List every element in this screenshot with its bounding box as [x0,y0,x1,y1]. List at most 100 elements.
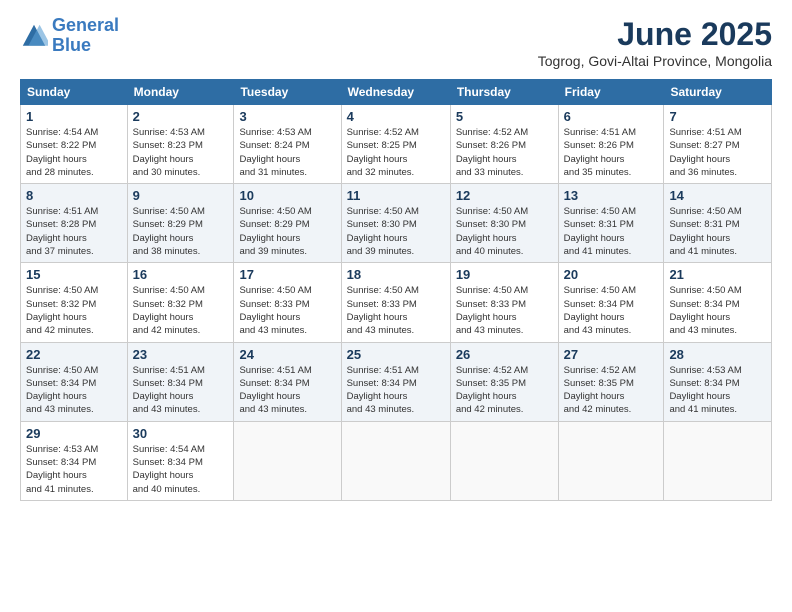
table-row: 10 Sunrise: 4:50 AM Sunset: 8:29 PM Dayl… [234,184,341,263]
header: General Blue June 2025 Togrog, Govi-Alta… [20,16,772,69]
day-info: Sunrise: 4:53 AM Sunset: 8:24 PM Dayligh… [239,126,335,179]
day-number: 9 [133,188,229,203]
table-row: 20 Sunrise: 4:50 AM Sunset: 8:34 PM Dayl… [558,263,664,342]
day-info: Sunrise: 4:51 AM Sunset: 8:34 PM Dayligh… [239,364,335,417]
day-info: Sunrise: 4:53 AM Sunset: 8:23 PM Dayligh… [133,126,229,179]
day-info: Sunrise: 4:52 AM Sunset: 8:35 PM Dayligh… [456,364,553,417]
day-number: 12 [456,188,553,203]
table-row: 2 Sunrise: 4:53 AM Sunset: 8:23 PM Dayli… [127,105,234,184]
logo-icon [20,22,48,50]
col-header-wednesday: Wednesday [341,80,450,105]
day-number: 4 [347,109,445,124]
col-header-friday: Friday [558,80,664,105]
day-number: 7 [669,109,766,124]
day-info: Sunrise: 4:50 AM Sunset: 8:29 PM Dayligh… [239,205,335,258]
day-info: Sunrise: 4:50 AM Sunset: 8:30 PM Dayligh… [347,205,445,258]
day-info: Sunrise: 4:51 AM Sunset: 8:28 PM Dayligh… [26,205,122,258]
logo: General Blue [20,16,119,56]
table-row [450,421,558,500]
day-info: Sunrise: 4:50 AM Sunset: 8:34 PM Dayligh… [26,364,122,417]
table-row: 24 Sunrise: 4:51 AM Sunset: 8:34 PM Dayl… [234,342,341,421]
day-number: 14 [669,188,766,203]
table-row [234,421,341,500]
table-row [664,421,772,500]
day-number: 18 [347,267,445,282]
table-row: 18 Sunrise: 4:50 AM Sunset: 8:33 PM Dayl… [341,263,450,342]
table-row: 19 Sunrise: 4:50 AM Sunset: 8:33 PM Dayl… [450,263,558,342]
day-number: 5 [456,109,553,124]
day-number: 20 [564,267,659,282]
day-number: 6 [564,109,659,124]
table-row: 13 Sunrise: 4:50 AM Sunset: 8:31 PM Dayl… [558,184,664,263]
day-number: 26 [456,347,553,362]
day-info: Sunrise: 4:50 AM Sunset: 8:33 PM Dayligh… [456,284,553,337]
col-header-tuesday: Tuesday [234,80,341,105]
table-row: 9 Sunrise: 4:50 AM Sunset: 8:29 PM Dayli… [127,184,234,263]
col-header-monday: Monday [127,80,234,105]
table-row: 7 Sunrise: 4:51 AM Sunset: 8:27 PM Dayli… [664,105,772,184]
day-number: 10 [239,188,335,203]
day-number: 19 [456,267,553,282]
day-info: Sunrise: 4:50 AM Sunset: 8:32 PM Dayligh… [133,284,229,337]
day-info: Sunrise: 4:50 AM Sunset: 8:30 PM Dayligh… [456,205,553,258]
day-info: Sunrise: 4:50 AM Sunset: 8:33 PM Dayligh… [239,284,335,337]
day-info: Sunrise: 4:51 AM Sunset: 8:34 PM Dayligh… [347,364,445,417]
table-row: 28 Sunrise: 4:53 AM Sunset: 8:34 PM Dayl… [664,342,772,421]
day-number: 8 [26,188,122,203]
day-number: 24 [239,347,335,362]
day-info: Sunrise: 4:54 AM Sunset: 8:22 PM Dayligh… [26,126,122,179]
table-row: 1 Sunrise: 4:54 AM Sunset: 8:22 PM Dayli… [21,105,128,184]
logo-text: General Blue [52,16,119,56]
day-info: Sunrise: 4:52 AM Sunset: 8:25 PM Dayligh… [347,126,445,179]
table-row: 14 Sunrise: 4:50 AM Sunset: 8:31 PM Dayl… [664,184,772,263]
table-row [341,421,450,500]
table-row: 12 Sunrise: 4:50 AM Sunset: 8:30 PM Dayl… [450,184,558,263]
day-info: Sunrise: 4:51 AM Sunset: 8:26 PM Dayligh… [564,126,659,179]
day-number: 28 [669,347,766,362]
day-info: Sunrise: 4:50 AM Sunset: 8:33 PM Dayligh… [347,284,445,337]
day-number: 2 [133,109,229,124]
day-number: 17 [239,267,335,282]
table-row: 29 Sunrise: 4:53 AM Sunset: 8:34 PM Dayl… [21,421,128,500]
day-info: Sunrise: 4:50 AM Sunset: 8:31 PM Dayligh… [669,205,766,258]
day-info: Sunrise: 4:50 AM Sunset: 8:29 PM Dayligh… [133,205,229,258]
day-number: 15 [26,267,122,282]
day-number: 25 [347,347,445,362]
day-number: 16 [133,267,229,282]
day-number: 11 [347,188,445,203]
day-info: Sunrise: 4:50 AM Sunset: 8:32 PM Dayligh… [26,284,122,337]
title-block: June 2025 Togrog, Govi-Altai Province, M… [538,16,772,69]
subtitle: Togrog, Govi-Altai Province, Mongolia [538,53,772,69]
table-row: 6 Sunrise: 4:51 AM Sunset: 8:26 PM Dayli… [558,105,664,184]
day-number: 3 [239,109,335,124]
table-row: 21 Sunrise: 4:50 AM Sunset: 8:34 PM Dayl… [664,263,772,342]
table-row: 25 Sunrise: 4:51 AM Sunset: 8:34 PM Dayl… [341,342,450,421]
table-row: 11 Sunrise: 4:50 AM Sunset: 8:30 PM Dayl… [341,184,450,263]
col-header-sunday: Sunday [21,80,128,105]
table-row: 4 Sunrise: 4:52 AM Sunset: 8:25 PM Dayli… [341,105,450,184]
table-row: 30 Sunrise: 4:54 AM Sunset: 8:34 PM Dayl… [127,421,234,500]
day-number: 1 [26,109,122,124]
calendar-table: SundayMondayTuesdayWednesdayThursdayFrid… [20,79,772,501]
day-info: Sunrise: 4:51 AM Sunset: 8:27 PM Dayligh… [669,126,766,179]
table-row: 27 Sunrise: 4:52 AM Sunset: 8:35 PM Dayl… [558,342,664,421]
table-row: 17 Sunrise: 4:50 AM Sunset: 8:33 PM Dayl… [234,263,341,342]
table-row: 15 Sunrise: 4:50 AM Sunset: 8:32 PM Dayl… [21,263,128,342]
table-row: 16 Sunrise: 4:50 AM Sunset: 8:32 PM Dayl… [127,263,234,342]
day-number: 27 [564,347,659,362]
day-number: 30 [133,426,229,441]
day-info: Sunrise: 4:53 AM Sunset: 8:34 PM Dayligh… [26,443,122,496]
table-row: 22 Sunrise: 4:50 AM Sunset: 8:34 PM Dayl… [21,342,128,421]
table-row [558,421,664,500]
day-number: 23 [133,347,229,362]
table-row: 8 Sunrise: 4:51 AM Sunset: 8:28 PM Dayli… [21,184,128,263]
day-info: Sunrise: 4:53 AM Sunset: 8:34 PM Dayligh… [669,364,766,417]
table-row: 23 Sunrise: 4:51 AM Sunset: 8:34 PM Dayl… [127,342,234,421]
table-row: 26 Sunrise: 4:52 AM Sunset: 8:35 PM Dayl… [450,342,558,421]
day-info: Sunrise: 4:52 AM Sunset: 8:26 PM Dayligh… [456,126,553,179]
day-info: Sunrise: 4:51 AM Sunset: 8:34 PM Dayligh… [133,364,229,417]
day-number: 13 [564,188,659,203]
day-info: Sunrise: 4:50 AM Sunset: 8:34 PM Dayligh… [669,284,766,337]
col-header-saturday: Saturday [664,80,772,105]
day-info: Sunrise: 4:52 AM Sunset: 8:35 PM Dayligh… [564,364,659,417]
